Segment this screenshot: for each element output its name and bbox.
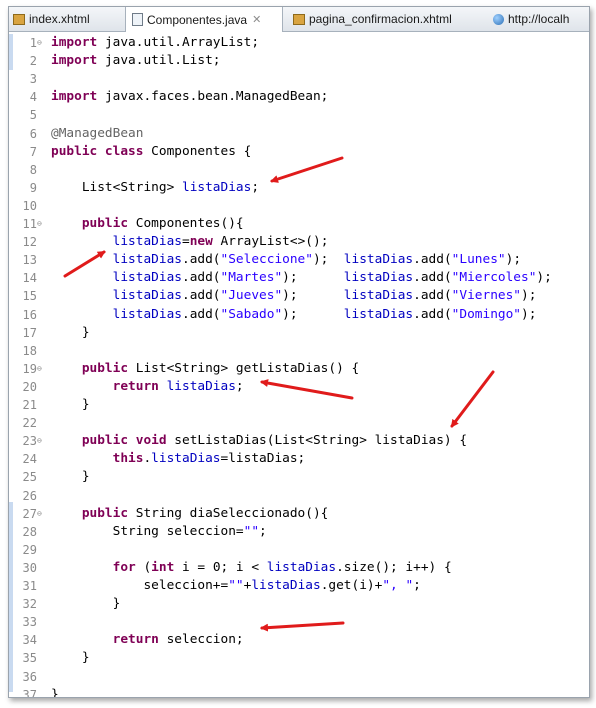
arrow-return-seleccion xyxy=(260,621,345,632)
annotation-arrows xyxy=(63,156,495,632)
arrow-listadias-field xyxy=(270,156,344,183)
arrow-constructor xyxy=(63,250,106,278)
arrow-getter-return xyxy=(260,379,354,400)
arrow-setter-param xyxy=(450,370,495,428)
